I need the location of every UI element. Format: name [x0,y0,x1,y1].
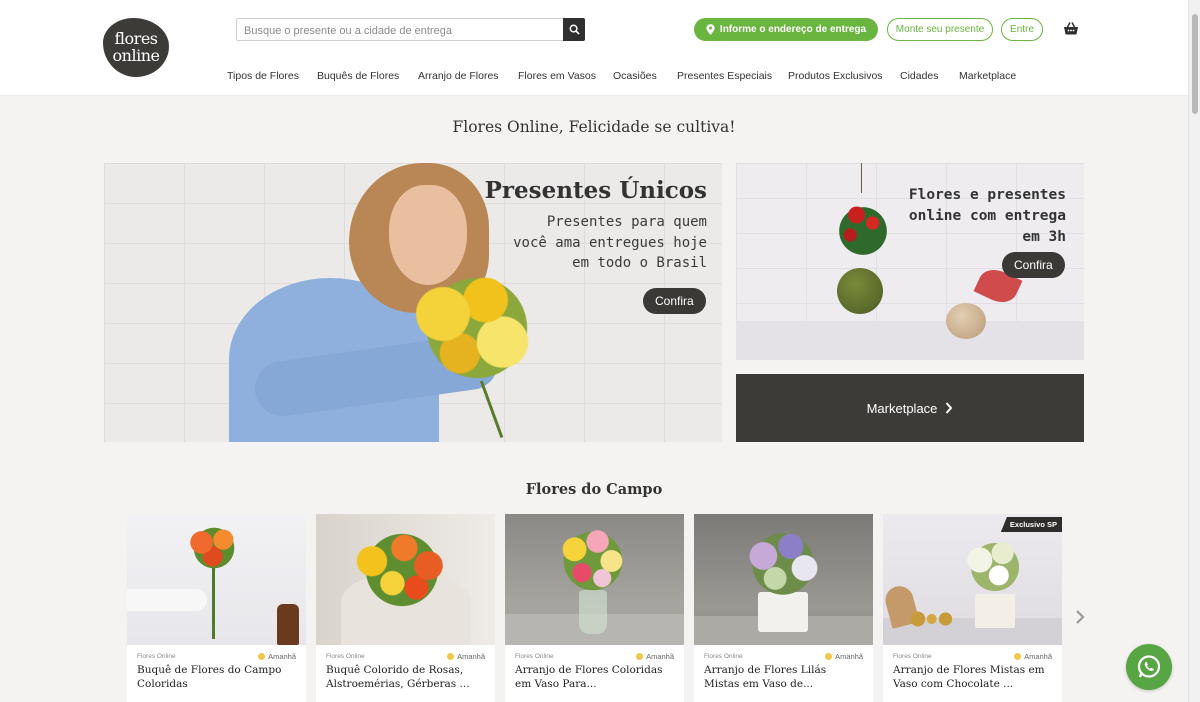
product-card[interactable]: Flores Online Amanhã Arranjo de Flores C… [505,514,684,702]
delivery-info: Amanhã [1014,652,1052,661]
delivery-label: Amanhã [457,652,485,661]
delivery-info: Amanhã [636,652,674,661]
marketplace-button-label: Marketplace [866,400,938,416]
delivery-dot-icon [258,653,266,660]
search-icon [569,24,580,35]
hero-banner-title: Presentes Únicos [484,177,707,204]
product-card[interactable]: Exclusivo SP Flores Online Amanhã Arranj… [883,514,1062,702]
product-brand: Flores Online [893,653,932,660]
nav-item-tipos-de-flores[interactable]: Tipos de Flores [227,70,299,82]
product-card[interactable]: Flores Online Amanhã Buquê de Flores do … [127,514,306,702]
product-card[interactable]: Flores Online Amanhã Arranjo de Flores L… [694,514,873,702]
delivery-label: Amanhã [268,652,296,661]
delivery-info: Amanhã [258,652,296,661]
carousel-next-button[interactable] [1072,608,1088,626]
product-image [505,514,684,645]
delivery-info: Amanhã [825,652,863,661]
chevron-right-icon [946,402,953,414]
delivery-dot-icon [825,653,833,660]
nav-item-produtos-exclusivos[interactable]: Produtos Exclusivos [788,70,883,82]
search-input[interactable] [237,20,563,42]
section-title: Flores do Campo [525,481,663,498]
site-header: flores online Informe o endereço de entr… [0,0,1200,96]
delivery-info: Amanhã [447,652,485,661]
search-button[interactable] [563,18,585,41]
product-image [316,514,495,645]
product-image [694,514,873,645]
basket-icon [1064,22,1078,35]
login-button[interactable]: Entre [1001,18,1043,41]
hanging-string [861,163,862,193]
product-brand: Flores Online [515,653,554,660]
logo-line-1: flores [114,29,159,48]
nav-item-marketplace[interactable]: Marketplace [959,70,1016,82]
product-brand: Flores Online [704,653,743,660]
hero-banner-cta-button[interactable]: Confira [643,288,706,314]
nav-item-arranjo-de-flores[interactable]: Arranjo de Flores [418,70,499,82]
site-logo[interactable]: flores online [103,18,169,77]
nav-item-flores-em-vasos[interactable]: Flores em Vasos [518,70,596,82]
nav-item-buques-de-flores[interactable]: Buquês de Flores [317,70,399,82]
delivery-address-label: Informe o endereço de entrega [719,24,867,35]
hero-banner-text: Presentes Únicos Presentes para quem voc… [485,177,707,274]
whatsapp-icon [1137,655,1161,678]
side-banner-table [736,321,1084,360]
delivery-dot-icon [636,653,644,660]
side-banner-text: Flores e presentes online com entrega em… [908,187,1066,245]
product-card[interactable]: Flores Online Amanhã Buquê Colorido de R… [316,514,495,702]
chevron-right-icon [1076,610,1085,624]
delivery-address-button[interactable]: Informe o endereço de entrega [694,18,878,41]
delivery-label: Amanhã [835,652,863,661]
page-scrollbar[interactable] [1188,0,1200,702]
delivery-label: Amanhã [1024,652,1052,661]
product-title: Arranjo de Flores Mistas em Vaso com Cho… [893,664,1045,690]
moss-ball-illustration [837,268,883,314]
delivery-dot-icon [447,653,455,660]
product-title: Arranjo de Flores Lilás Mistas em Vaso d… [704,664,827,690]
nav-item-ocasioes[interactable]: Ocasiões [613,70,657,82]
exclusive-badge: Exclusivo SP [1000,517,1062,532]
side-banner-entrega-3h[interactable]: Flores e presentes online com entrega em… [736,163,1084,360]
hero-banner-presentes-unicos[interactable]: Presentes Únicos Presentes para quem voc… [104,163,722,442]
product-image: Exclusivo SP [883,514,1062,645]
product-brand: Flores Online [137,653,176,660]
logo-line-2: online [112,46,160,65]
pepper-plant-illustration [831,191,895,271]
main-nav: Tipos de Flores Buquês de Flores Arranjo… [0,70,1200,86]
whatsapp-chat-button[interactable] [1126,644,1172,690]
location-pin-icon [706,24,715,35]
delivery-label: Amanhã [646,652,674,661]
product-title: Arranjo de Flores Coloridas em Vaso Para… [515,664,663,690]
delivery-dot-icon [1014,653,1022,660]
page-tagline: Flores Online, Felicidade se cultiva! [452,118,736,136]
product-title: Buquê Colorido de Rosas, Alstroemérias, … [326,664,470,690]
build-gift-button[interactable]: Monte seu presente [887,18,993,41]
scrollbar-thumb[interactable] [1192,14,1198,114]
yellow-bouquet-illustration [392,258,562,398]
coconut-pot-illustration [946,303,986,339]
nav-item-cidades[interactable]: Cidades [900,70,939,82]
marketplace-button[interactable]: Marketplace [736,374,1084,442]
search-bar [236,18,585,42]
product-image [127,514,306,645]
cart-button[interactable] [1062,20,1080,38]
product-title: Buquê de Flores do Campo Coloridas [137,664,282,690]
product-brand: Flores Online [326,653,365,660]
side-banner-cta-button[interactable]: Confira [1002,252,1065,278]
nav-item-presentes-especiais[interactable]: Presentes Especiais [677,70,772,82]
hero-banner-subtitle: Presentes para quem você ama entregues h… [513,214,707,271]
